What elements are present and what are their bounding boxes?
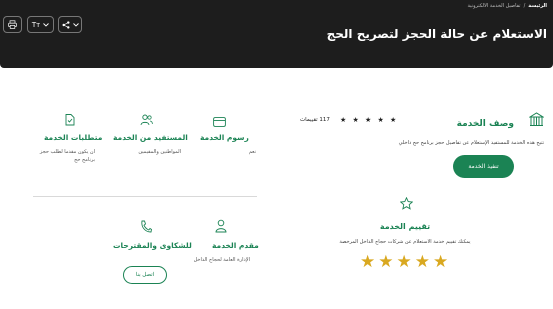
service-description-title: وصف الخدمة bbox=[456, 119, 514, 129]
print-icon bbox=[8, 20, 17, 29]
breadcrumb-current: تفاصيل الخدمة الالكترونية bbox=[467, 3, 521, 9]
execute-service-button[interactable]: تنفيذ الخدمة bbox=[453, 155, 514, 178]
beneficiary-desc: المواطنين والمقيمين bbox=[138, 149, 181, 155]
rating-star-1[interactable]: ★ bbox=[433, 254, 448, 271]
star-outline-icon bbox=[399, 195, 414, 214]
beneficiary-title: المستفيد من الخدمة bbox=[113, 133, 188, 142]
rating-description: يمكنك تقييم خدمة الاستعلام عن شركات حجاج… bbox=[339, 239, 471, 245]
section-divider bbox=[33, 196, 257, 197]
service-rating-count: 117 تقييمات bbox=[300, 117, 330, 123]
chevron-down-icon bbox=[43, 22, 50, 27]
chevron-down-icon bbox=[72, 22, 79, 27]
service-rating-stars: ★ ★ ★ ★ ★ bbox=[340, 116, 399, 124]
requirements-title: متطلبات الخدمة bbox=[44, 133, 103, 142]
rating-stars-input: ★ ★ ★ ★ ★ bbox=[360, 254, 448, 271]
breadcrumb: الرئيسة / تفاصيل الخدمة الالكترونية bbox=[467, 3, 547, 9]
clipboard-icon bbox=[64, 111, 75, 130]
fees-title: رسوم الخدمة bbox=[200, 133, 249, 142]
provider-title: مقدم الخدمة bbox=[212, 241, 259, 250]
fees-desc: نعم bbox=[248, 149, 256, 155]
complaints-title: للشكاوى والمقترحات bbox=[113, 241, 192, 250]
rating-star-4[interactable]: ★ bbox=[378, 254, 393, 271]
page-title: الاستعلام عن حالة الحجز لتصريح الحج bbox=[326, 27, 547, 41]
rating-title: تقييم الخدمة bbox=[379, 222, 431, 231]
rating-star-5[interactable]: ★ bbox=[360, 254, 375, 271]
rating-star-3[interactable]: ★ bbox=[397, 254, 412, 271]
breadcrumb-separator: / bbox=[523, 3, 526, 9]
requirements-desc: ان يكون مقدما لطلب حجز برنامج حج bbox=[39, 149, 95, 163]
provider-desc: الإدارة العامة لحجاج الداخل bbox=[193, 257, 250, 263]
contact-us-button[interactable]: اتصل بنا bbox=[123, 266, 167, 284]
share-button[interactable] bbox=[58, 16, 82, 33]
print-button[interactable] bbox=[3, 16, 22, 33]
users-icon bbox=[140, 111, 153, 130]
share-icon bbox=[62, 20, 70, 29]
phone-icon bbox=[140, 218, 153, 237]
fees-icon bbox=[213, 112, 226, 131]
breadcrumb-home[interactable]: الرئيسة bbox=[528, 3, 547, 9]
building-icon bbox=[528, 112, 545, 131]
service-description-text: تتيح هذه الخدمة للمستفيد الإستعلام عن تف… bbox=[398, 140, 544, 146]
font-size-button[interactable]: Tт bbox=[27, 16, 54, 33]
page-header: الرئيسة / تفاصيل الخدمة الالكترونية الاس… bbox=[0, 0, 553, 68]
user-icon bbox=[215, 218, 227, 237]
rating-star-2[interactable]: ★ bbox=[415, 254, 430, 271]
text-size-icon: Tт bbox=[31, 20, 41, 29]
